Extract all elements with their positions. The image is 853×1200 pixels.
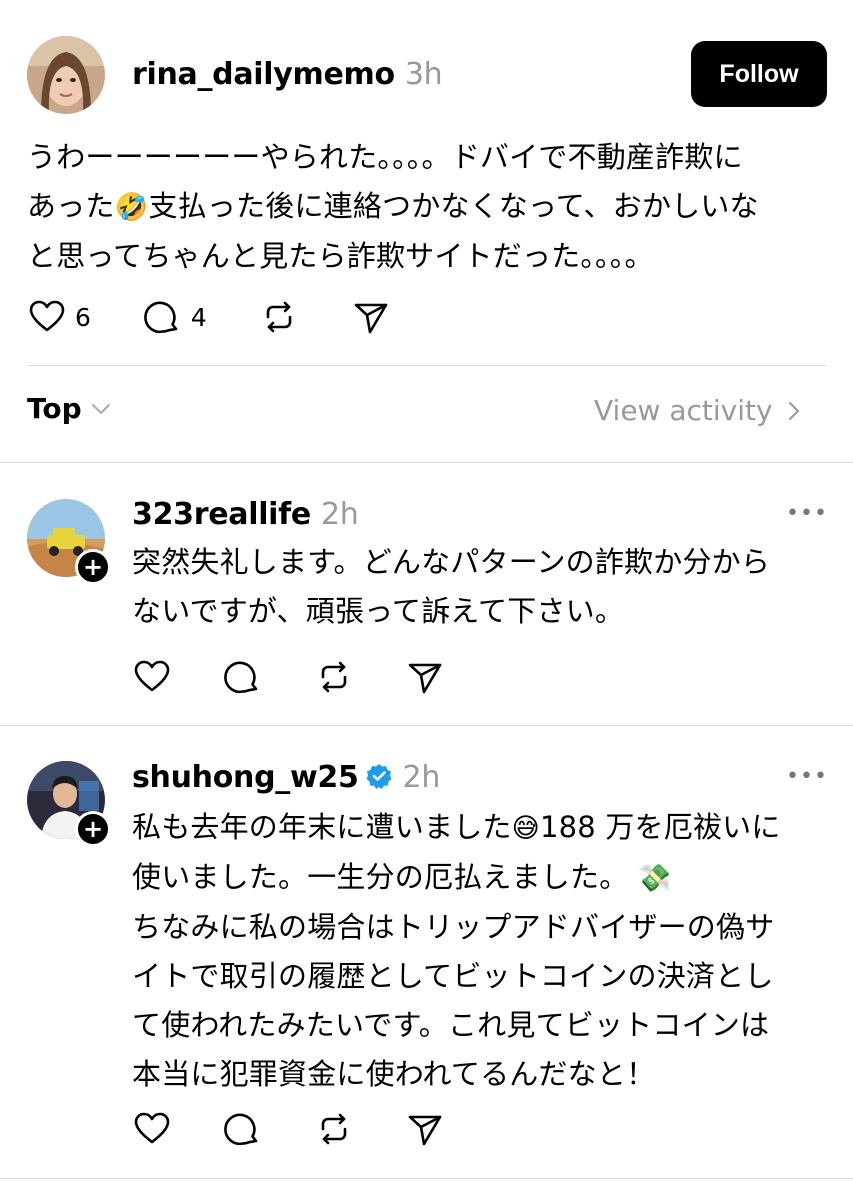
money-wings-emoji: 💸 xyxy=(637,863,672,894)
reply-timestamp: 2h xyxy=(402,760,441,795)
divider xyxy=(0,462,853,463)
divider xyxy=(27,365,827,366)
post-text-line: うわーーーーーーやられた。。。。ドバイで不動産詐欺に xyxy=(27,140,743,174)
share-button[interactable] xyxy=(405,657,445,697)
reply-username[interactable]: 323reallife 2h xyxy=(132,497,359,532)
comment-button[interactable] xyxy=(223,657,263,697)
reply-actions xyxy=(132,655,445,699)
heart-icon xyxy=(29,300,65,332)
reply-timestamp: 2h xyxy=(320,497,359,532)
reply-text-line: 本当に犯罪資金に使われてるんだなと！ xyxy=(132,1057,656,1091)
reply-text-line: ないですが、頑張って訴えて下さい。 xyxy=(132,594,625,628)
comment-icon xyxy=(224,1113,258,1146)
reply-username[interactable]: shuhong_w25 2h xyxy=(132,760,440,795)
follow-button[interactable]: Follow xyxy=(691,41,827,107)
divider xyxy=(0,725,853,726)
divider xyxy=(0,1178,853,1179)
author-name[interactable]: rina_dailymemo xyxy=(132,57,395,92)
view-activity-link[interactable]: View activity xyxy=(594,394,801,427)
share-icon xyxy=(408,1115,442,1146)
share-icon xyxy=(354,303,388,334)
post-timestamp: 3h xyxy=(404,57,443,92)
like-button[interactable] xyxy=(132,657,172,697)
reply-text-line: イトで取引の履歴としてビットコインの決済とし xyxy=(132,959,774,993)
share-button[interactable] xyxy=(405,1109,445,1149)
more-options-icon[interactable]: ••• xyxy=(786,764,828,789)
reply-text-line: ちなみに私の場合はトリップアドバイザーの偽サ xyxy=(132,910,775,944)
like-count: 6 xyxy=(75,302,91,332)
follow-plus-icon[interactable]: + xyxy=(75,811,111,847)
like-button[interactable]: 6 xyxy=(27,297,91,337)
reply-author-name[interactable]: shuhong_w25 xyxy=(132,760,359,795)
sweat-smile-emoji: 😅 xyxy=(511,813,540,844)
comment-count: 4 xyxy=(190,302,207,332)
more-options-icon[interactable]: ••• xyxy=(786,501,828,526)
author-username[interactable]: rina_dailymemo 3h xyxy=(132,57,443,92)
comment-button[interactable]: 4 xyxy=(143,297,207,337)
chevron-down-icon xyxy=(91,403,110,414)
reply-actions xyxy=(132,1107,445,1151)
chevron-right-icon xyxy=(788,401,799,420)
post-text-line: と思ってちゃんと見たら詐欺サイトだった。。。。 xyxy=(27,239,654,273)
sort-label: Top xyxy=(27,392,82,425)
repost-icon xyxy=(321,1113,347,1145)
repost-icon xyxy=(321,661,347,693)
heart-icon xyxy=(134,1112,170,1144)
follow-plus-icon[interactable]: + xyxy=(75,549,111,585)
reply-body: 私も去年の年末に遭いました😅188 万を厄祓いに 使いました。一生分の厄払えまし… xyxy=(132,803,781,1099)
verified-icon xyxy=(366,764,392,789)
comment-button[interactable] xyxy=(223,1109,263,1149)
comment-icon xyxy=(224,661,258,694)
repost-button[interactable] xyxy=(314,1109,354,1149)
repost-icon xyxy=(266,301,292,333)
rofl-emoji: 🤣 xyxy=(114,192,149,223)
share-icon xyxy=(408,663,442,694)
reply-author-name[interactable]: 323reallife xyxy=(132,497,311,532)
reply-text-line: て使われたみたいです。これ見てビットコインは xyxy=(132,1008,770,1042)
reply-text-line: 突然失礼します。どんなパターンの詐欺か分から xyxy=(132,545,771,579)
post-actions: 6 4 xyxy=(27,295,391,339)
repost-button[interactable] xyxy=(259,297,299,337)
view-activity-label: View activity xyxy=(594,394,773,427)
reply-text-line: 使いました。一生分の厄払えました。 💸 xyxy=(132,860,672,894)
comment-icon xyxy=(144,301,178,334)
reply-text-line: 私も去年の年末に遭いました😅188 万を厄祓いに xyxy=(132,810,781,844)
like-button[interactable] xyxy=(132,1109,172,1149)
share-button[interactable] xyxy=(351,297,391,337)
sort-dropdown[interactable]: Top xyxy=(27,392,112,425)
post-text-line: あった🤣支払った後に連絡つかなくなって、おかしいな xyxy=(27,189,759,223)
author-avatar[interactable] xyxy=(27,36,105,114)
repost-button[interactable] xyxy=(314,657,354,697)
heart-icon xyxy=(134,660,170,692)
post-body: うわーーーーーーやられた。。。。ドバイで不動産詐欺に あった🤣支払った後に連絡つ… xyxy=(27,133,759,281)
reply-body: 突然失礼します。どんなパターンの詐欺か分から ないですが、頑張って訴えて下さい。 xyxy=(132,538,770,636)
